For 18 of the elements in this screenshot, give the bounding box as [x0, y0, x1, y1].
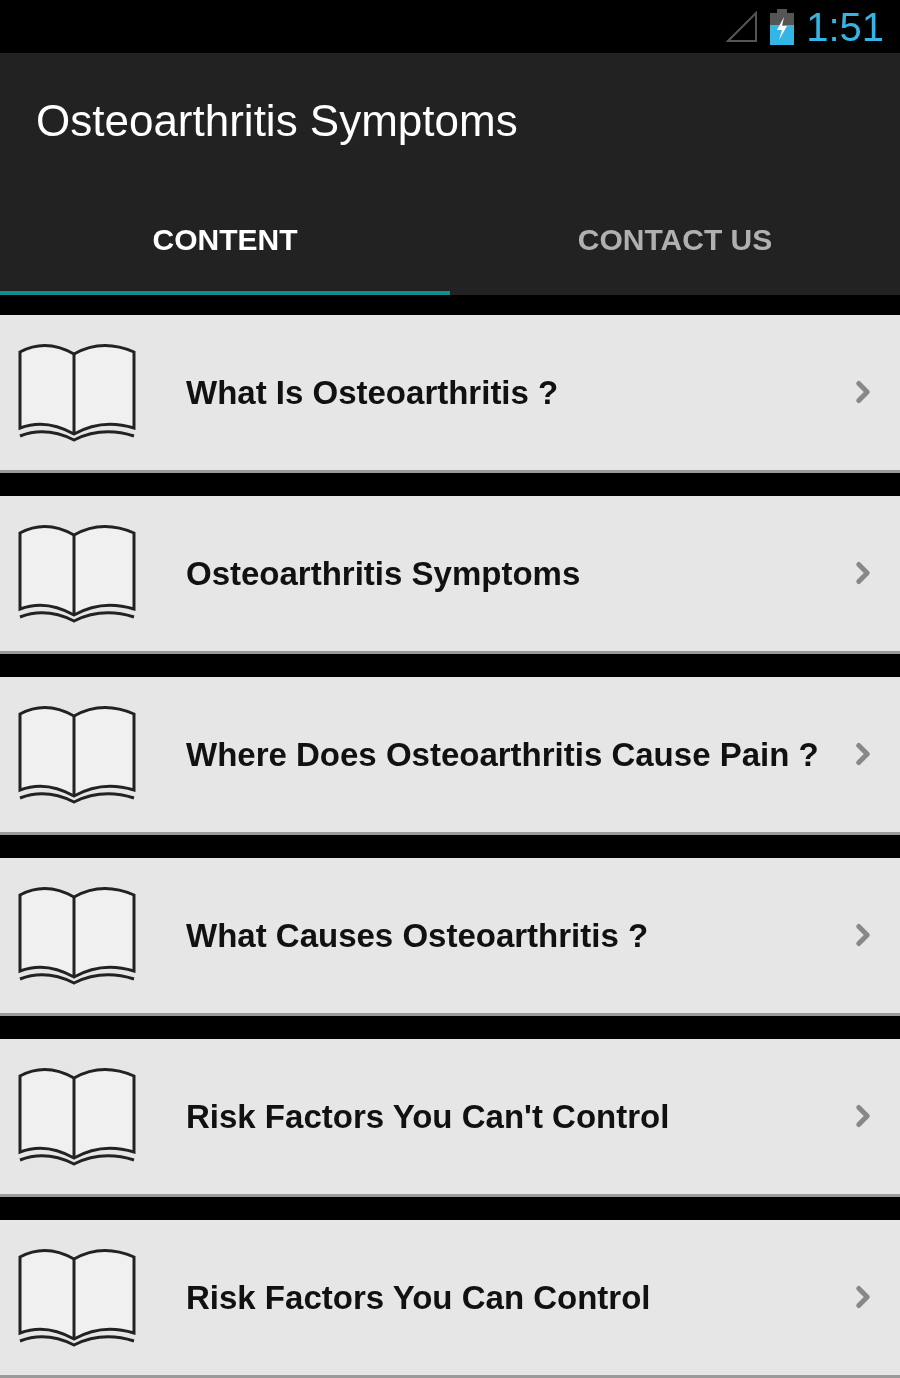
- item-title: Where Does Osteoarthritis Cause Pain ?: [186, 734, 820, 775]
- list-item[interactable]: What Is Osteoarthritis ?: [0, 315, 900, 473]
- app-title: Osteoarthritis Symptoms: [36, 94, 518, 147]
- tab[interactable]: CONTENT: [0, 188, 450, 295]
- item-title: What Is Osteoarthritis ?: [186, 372, 560, 413]
- signal-icon: [726, 10, 759, 43]
- item-title: Risk Factors You Can Control: [186, 1277, 652, 1318]
- status-time: 1:51: [806, 6, 884, 47]
- list-item[interactable]: Risk Factors You Can't Control: [0, 1039, 900, 1197]
- item-title: What Causes Osteoarthritis ?: [186, 915, 650, 956]
- list-item[interactable]: Osteoarthritis Symptoms: [0, 496, 900, 654]
- tab[interactable]: CONTACT US: [450, 188, 900, 295]
- list-item[interactable]: Risk Factors You Can Control: [0, 1220, 900, 1378]
- battery-icon: [770, 8, 795, 45]
- item-title: Osteoarthritis Symptoms: [186, 553, 582, 594]
- list-item[interactable]: Where Does Osteoarthritis Cause Pain ?: [0, 677, 900, 835]
- list-item[interactable]: What Causes Osteoarthritis ?: [0, 858, 900, 1016]
- item-title: Risk Factors You Can't Control: [186, 1096, 671, 1137]
